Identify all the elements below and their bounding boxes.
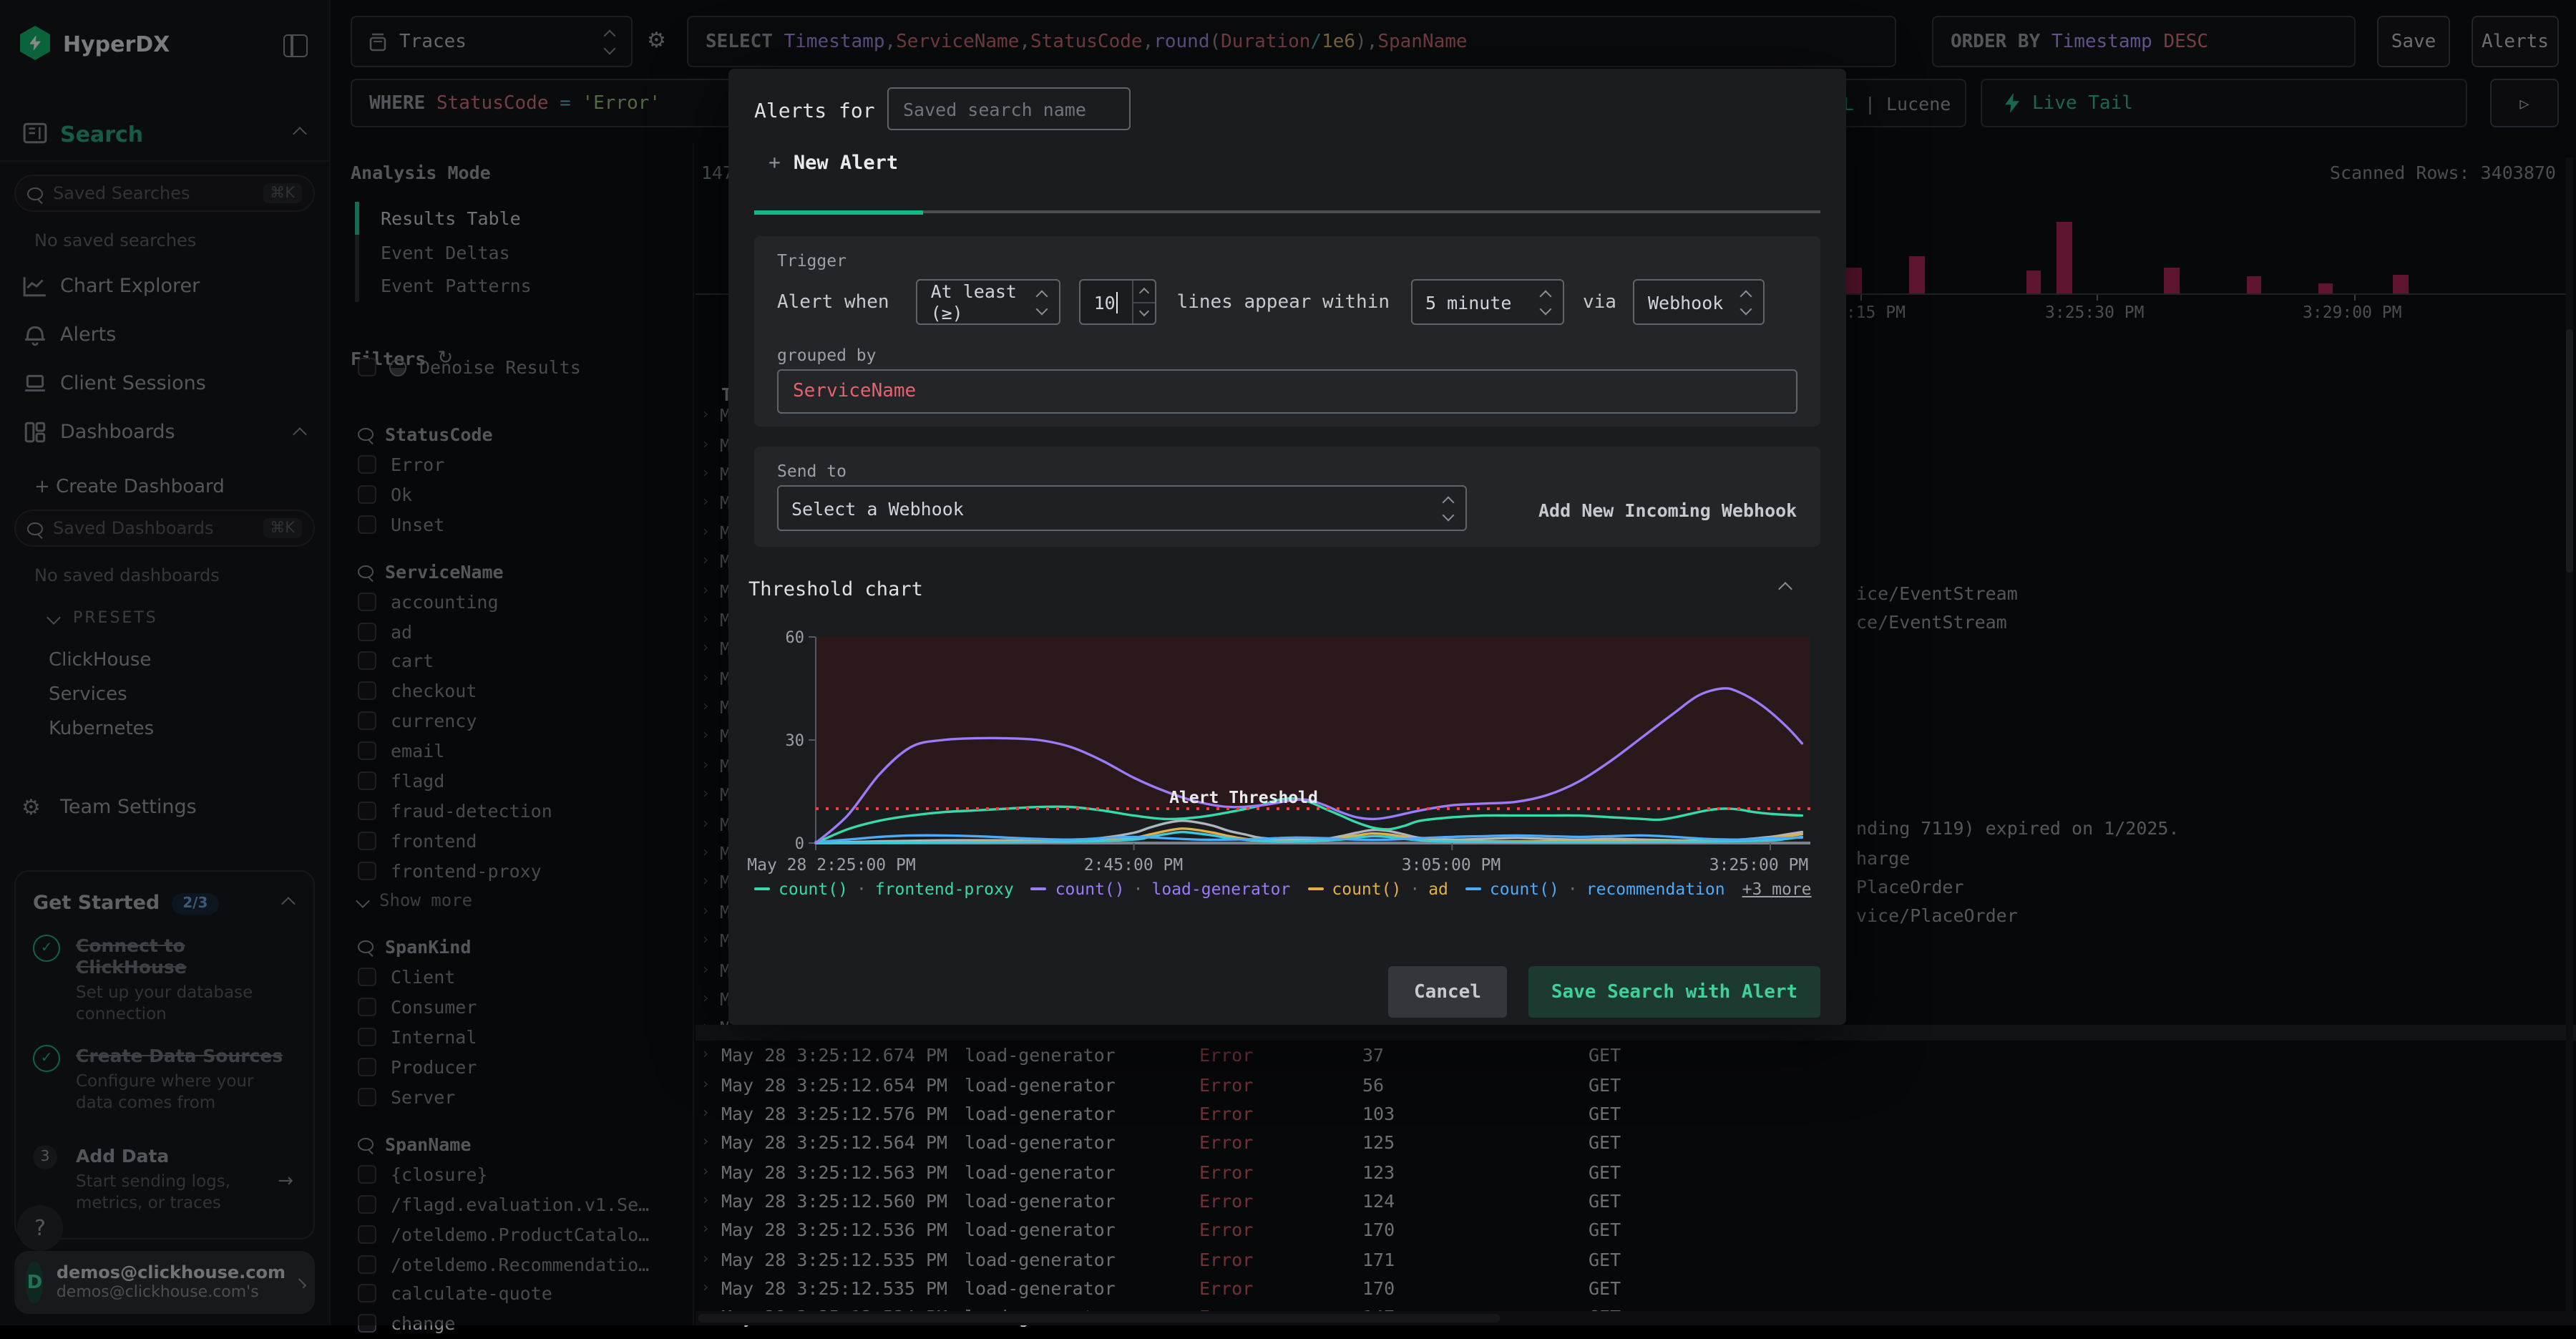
y-tick-label: 30 [786,732,805,750]
channel-select[interactable]: Webhook [1633,279,1765,325]
select-chevrons-icon [1539,289,1552,315]
x-tick-label: 3:25:00 PM [1709,856,1808,875]
grouped-by-input[interactable]: ServiceName [777,369,1797,414]
legend-series-fn[interactable]: count() [1055,879,1125,899]
cancel-button[interactable]: Cancel [1388,966,1507,1018]
x-tick-label: 2:45:00 PM [1084,856,1183,875]
x-tick-label: May 28 2:25:00 PM [747,856,915,875]
trigger-row: Alert when At least (≥) 10 lines appear … [777,279,1797,325]
active-tab-indicator [754,210,923,214]
legend-separator: · [1567,879,1578,899]
alert-modal: Alerts for Saved search name + New Alert… [728,69,1846,1025]
threshold-number-input[interactable]: 10 [1079,279,1157,325]
number-spinner[interactable] [1132,281,1156,323]
threshold-chart: 60 30 0 May 28 2:25:00 PM 2:45:00 PM 3:05:00 … [747,629,1810,875]
alert-when-label: Alert when [777,291,889,313]
channel-value: Webhook [1647,291,1724,313]
legend-series-fn[interactable]: count() [1332,879,1401,899]
legend-series-name[interactable]: recommendation [1586,879,1725,899]
comparator-select[interactable]: At least (≥) [916,279,1061,325]
legend-series-fn[interactable]: count() [1490,879,1559,899]
series-line [814,819,1804,844]
add-webhook-button[interactable]: Add New Incoming Webhook [1538,500,1797,521]
plus-icon: + [769,152,781,175]
saved-search-name-input[interactable]: Saved search name [887,87,1131,130]
time-window-select[interactable]: 5 minute [1411,279,1564,325]
legend-series-name[interactable]: frontend-proxy [875,879,1014,899]
webhook-select-value: Select a Webhook [791,497,964,519]
save-search-with-alert-button[interactable]: Save Search with Alert [1528,966,1820,1018]
threshold-chart-title: Threshold chart [748,578,923,601]
trigger-label: Trigger [777,250,847,271]
send-to-label: Send to [777,461,847,481]
legend-dash-icon [754,887,770,890]
legend-series-name[interactable]: load-generator [1152,879,1291,899]
via-label: via [1583,291,1616,313]
comparator-value: At least (≥) [930,281,1017,323]
legend-separator: · [1133,879,1143,899]
threshold-label: Alert Threshold [1169,789,1318,807]
y-tick-label: 0 [795,835,804,853]
send-to-card: Send to Select a Webhook Add New Incomin… [754,447,1820,547]
app-root: HyperDX Search Saved Searches ⌘K No save… [0,0,2576,1335]
legend-separator: · [856,879,867,899]
select-chevrons-icon [1740,289,1753,315]
legend-separator: · [1410,879,1420,899]
legend-more-button[interactable]: +3 more [1742,879,1812,899]
webhook-select[interactable]: Select a Webhook [777,485,1467,531]
spinner-down-icon[interactable] [1134,303,1156,323]
select-chevrons-icon [1036,289,1049,315]
threshold-value: 10 [1093,291,1116,313]
tab-new-alert[interactable]: + New Alert [769,152,898,175]
tab-label: New Alert [793,152,899,175]
modal-title: Alerts for [754,100,875,123]
trigger-card: Trigger Alert when At least (≥) 10 lines… [754,236,1820,427]
chart-legend: count() · frontend-proxy count() · load-gener… [754,879,1820,899]
x-tick-label: 3:05:00 PM [1402,856,1501,875]
spinner-up-icon[interactable] [1133,281,1156,303]
collapse-chart-icon[interactable] [1778,582,1792,596]
grouped-by-value: ServiceName [793,381,917,402]
legend-dash-icon [1307,887,1324,890]
legend-series-name[interactable]: ad [1428,879,1448,899]
tab-underline [754,210,1820,214]
legend-dash-icon [1465,887,1481,890]
y-tick-label: 60 [786,629,805,647]
legend-dash-icon [1030,887,1047,890]
select-chevrons-icon [1442,495,1455,521]
legend-series-fn[interactable]: count() [779,879,848,899]
input-placeholder: Saved search name [903,98,1086,120]
lines-appear-label: lines appear within [1176,291,1390,313]
grouped-by-label: grouped by [777,345,877,365]
text-caret [1116,291,1118,313]
time-window-value: 5 minute [1425,291,1512,313]
